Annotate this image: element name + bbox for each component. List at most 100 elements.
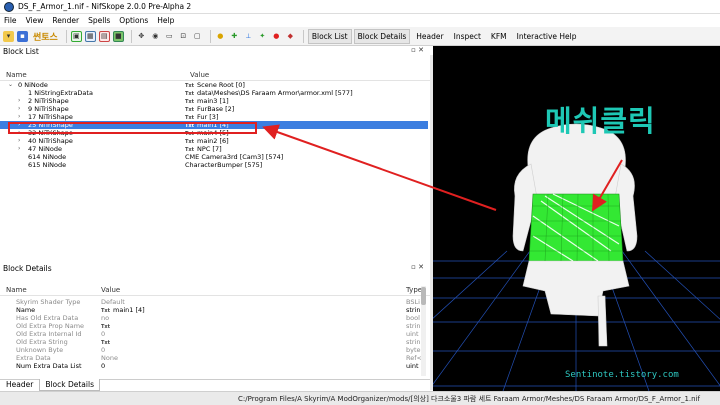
detail-name: Old Extra Internal Id	[16, 330, 82, 338]
highlight-box	[8, 122, 257, 134]
panel-float-close-icon[interactable]: ▫ ✕	[411, 46, 424, 54]
block-name: 17 NiTriShape	[28, 113, 73, 121]
detail-row[interactable]: Old Extra String Txt strin	[0, 338, 422, 346]
render-viewport[interactable]: 메쉬클릭 Sentinote.tistory.com	[433, 46, 720, 391]
pin-icon[interactable]: ●	[271, 31, 282, 42]
detail-value[interactable]: no	[101, 314, 109, 322]
detail-name: Extra Data	[16, 354, 51, 362]
tab-block-details[interactable]: Block Details	[353, 28, 411, 44]
tab-inspect[interactable]: Inspect	[450, 29, 485, 44]
expand-chevron-icon[interactable]: ›	[18, 137, 20, 144]
detail-value[interactable]: None	[101, 354, 118, 362]
status-bar: C:/Program Files/A Skyrim/A ModOrganizer…	[0, 391, 720, 405]
tree-row[interactable]: › 17 NiTriShape Txt Fur [3]	[0, 113, 428, 121]
block-value: Txt main3 [1]	[185, 97, 229, 105]
menu-render[interactable]: Render	[52, 16, 79, 25]
detail-value[interactable]: Txt	[101, 338, 113, 346]
block-value-text: Scene Root [0]	[197, 81, 245, 89]
detail-type: strin	[406, 338, 421, 346]
vertex-icon[interactable]: ✦	[257, 31, 268, 42]
cube-icon[interactable]: ■	[112, 30, 124, 42]
detail-value[interactable]: Txt	[101, 322, 113, 330]
tree-row[interactable]: ⌄ 0 NiNode Txt Scene Root [0]	[0, 81, 428, 89]
block-value: Txt Fur [3]	[185, 113, 218, 121]
detail-row[interactable]: Old Extra Prop Name Txt strin	[0, 322, 422, 330]
menu-view[interactable]: View	[26, 16, 44, 25]
detail-row[interactable]: Num Extra Data List 0 uint	[0, 362, 422, 370]
panel-float-close-icon[interactable]: ▫ ✕	[411, 263, 424, 271]
tab-kfm[interactable]: KFM	[487, 29, 511, 44]
detail-row[interactable]: Name Txt main1 [4] strin	[0, 306, 422, 314]
expand-chevron-icon[interactable]: ›	[18, 113, 20, 120]
detail-value-text: main1 [4]	[113, 306, 145, 314]
tab-interactive-help[interactable]: Interactive Help	[513, 29, 581, 44]
tree-row[interactable]: › 47 NiNode Txt NPC [7]	[0, 145, 428, 153]
block-value: CharacterBumper [575]	[185, 161, 262, 169]
detail-value-text: Default	[101, 298, 125, 306]
eye-icon[interactable]: ◉	[150, 31, 161, 42]
axes-icon[interactable]: ✚	[229, 31, 240, 42]
expand-chevron-icon[interactable]: ›	[18, 105, 20, 112]
column-type[interactable]: Type	[406, 286, 422, 294]
column-name[interactable]: Name	[6, 71, 27, 79]
block-value-text: main3 [1]	[197, 97, 229, 105]
expand-chevron-icon[interactable]: ›	[18, 97, 20, 104]
bottom-tab-block-details[interactable]: Block Details	[39, 379, 100, 391]
menu-bar: File View Render Spells Options Help	[0, 14, 720, 27]
paint-icon[interactable]: ◆	[285, 31, 296, 42]
block-list-header: Block List ▫ ✕	[0, 45, 430, 57]
fit-icon[interactable]: ⊡	[178, 31, 189, 42]
tab-header[interactable]: Header	[412, 29, 447, 44]
block-name: 615 NiNode	[28, 161, 67, 169]
node-icon[interactable]: ⟂	[243, 31, 254, 42]
menu-spells[interactable]: Spells	[88, 16, 110, 25]
block-value: CME Camera3rd [Cam3] [574]	[185, 153, 283, 161]
detail-value[interactable]: 0	[101, 330, 105, 338]
detail-type: uint	[406, 330, 419, 338]
column-value[interactable]: Value	[190, 71, 209, 79]
expand-chevron-icon[interactable]: ›	[18, 145, 20, 152]
tree-row[interactable]: 614 NiNode CME Camera3rd [Cam3] [574]	[0, 153, 428, 161]
detail-row[interactable]: Skyrim Shader Type Default BSLi	[0, 298, 422, 306]
detail-type: Ref<	[406, 354, 422, 362]
light-icon[interactable]: ●	[215, 31, 226, 42]
tab-block-list[interactable]: Block List	[307, 28, 352, 44]
block-details-title: Block Details	[3, 263, 52, 273]
column-name[interactable]: Name	[6, 286, 27, 294]
callout-text: 메쉬클릭	[545, 104, 656, 138]
detail-row[interactable]: Old Extra Internal Id 0 uint	[0, 330, 422, 338]
bottom-tabs: Header Block Details	[0, 379, 430, 391]
menu-file[interactable]: File	[4, 16, 17, 25]
orbit-icon[interactable]: ✥	[136, 31, 147, 42]
detail-value[interactable]: 0	[101, 362, 105, 370]
tree-row[interactable]: › 40 NiTriShape Txt main2 [6]	[0, 137, 428, 145]
detail-type: uint	[406, 362, 419, 370]
grid-icon[interactable]: ▦	[84, 30, 96, 42]
detail-value[interactable]: Default	[101, 298, 125, 306]
column-value[interactable]: Value	[101, 286, 120, 294]
detail-name: Skyrim Shader Type	[16, 298, 81, 306]
block-name: 40 NiTriShape	[28, 137, 73, 145]
open-icon[interactable]: ▾	[3, 30, 14, 42]
camera-icon[interactable]: ▭	[164, 31, 175, 42]
block-icon[interactable]: ▣	[70, 30, 82, 42]
detail-row[interactable]: Unknown Byte 0 byte	[0, 346, 422, 354]
scrollbar-thumb[interactable]	[421, 287, 426, 305]
detail-value[interactable]: Txt main1 [4]	[101, 306, 145, 314]
tree-row[interactable]: 615 NiNode CharacterBumper [575]	[0, 161, 428, 169]
screenshot-icon[interactable]: ▢	[192, 31, 203, 42]
expand-chevron-icon[interactable]: ⌄	[8, 81, 13, 88]
tree-row[interactable]: › 9 NiTriShape Txt FurBase [2]	[0, 105, 428, 113]
tree-row[interactable]: 1 NiStringExtraData Txt data\Meshes\DS Far…	[0, 89, 428, 97]
texture-icon[interactable]: ▤	[98, 30, 110, 42]
menu-options[interactable]: Options	[119, 16, 148, 25]
detail-name: Old Extra String	[16, 338, 68, 346]
tree-row[interactable]: › 2 NiTriShape Txt main3 [1]	[0, 97, 428, 105]
menu-help[interactable]: Help	[157, 16, 174, 25]
save-icon[interactable]: ▪	[17, 30, 28, 42]
bottom-tab-header[interactable]: Header	[0, 378, 39, 391]
block-tree: ⌄ 0 NiNode Txt Scene Root [0] 1 NiStringExtr…	[0, 81, 430, 256]
detail-value[interactable]: 0	[101, 346, 105, 354]
detail-row[interactable]: Has Old Extra Data no bool	[0, 314, 422, 322]
detail-row[interactable]: Extra Data None Ref<	[0, 354, 422, 362]
